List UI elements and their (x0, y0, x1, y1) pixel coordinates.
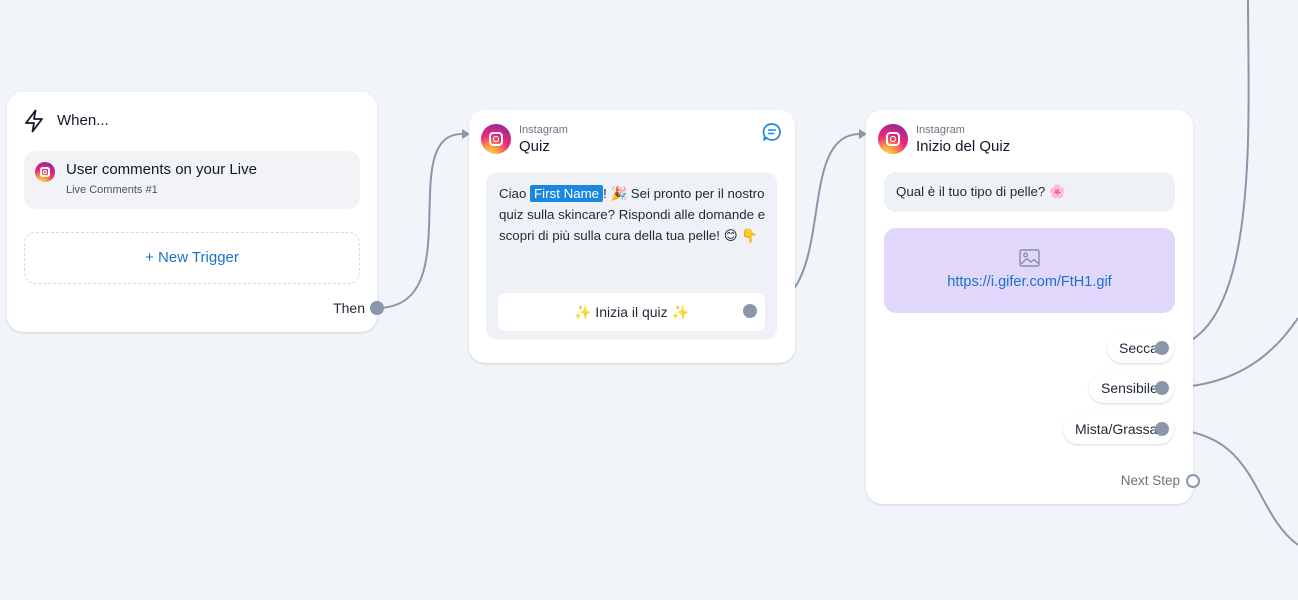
option-sensibile-connector-handle[interactable] (1155, 381, 1169, 395)
quiz-platform-label: Instagram (519, 124, 568, 136)
image-icon (1019, 249, 1040, 267)
instagram-icon (481, 124, 511, 154)
option-label-mista-grassa: Mista/Grassa (1075, 421, 1158, 437)
trigger-title: User comments on your Live (66, 161, 257, 178)
option-mista-connector-handle[interactable] (1155, 422, 1169, 436)
wire-trigger-to-quiz (376, 133, 463, 309)
option-secca-connector-handle[interactable] (1155, 341, 1169, 355)
new-trigger-label: + New Trigger (145, 249, 239, 266)
quiz-start-node[interactable]: Instagram Inizio del Quiz Qual è il tuo … (866, 110, 1193, 504)
new-trigger-button[interactable]: + New Trigger (24, 232, 360, 284)
quiz-message-bubble[interactable]: Ciao First Name! 🎉 Sei pronto per il nos… (486, 172, 777, 340)
quiz-button-connector-handle[interactable] (743, 304, 757, 318)
question-bubble[interactable]: Qual è il tuo tipo di pelle? 🌸 (884, 172, 1175, 212)
quiz-node[interactable]: Instagram Quiz Ciao First Name! 🎉 Sei pr… (469, 110, 795, 363)
instagram-icon (35, 162, 55, 182)
quiz-start-button[interactable]: ✨ Inizia il quiz ✨ (498, 293, 765, 331)
then-label: Then (333, 300, 365, 316)
start-platform-label: Instagram (916, 124, 965, 136)
message-text-pre: Ciao (499, 186, 531, 201)
next-step-connector-handle[interactable] (1186, 474, 1200, 488)
next-step-label: Next Step (1120, 473, 1180, 488)
trigger-node[interactable]: When... User comments on your Live Live … (7, 92, 377, 332)
question-text: Qual è il tuo tipo di pelle? 🌸 (896, 184, 1066, 199)
quiz-title: Quiz (519, 138, 550, 155)
image-url-link[interactable]: https://i.gifer.com/FtH1.gif (884, 274, 1175, 290)
trigger-header: When... (57, 112, 109, 129)
option-label-sensibile: Sensibile (1101, 380, 1158, 396)
image-block[interactable]: https://i.gifer.com/FtH1.gif (884, 228, 1175, 313)
quiz-message-text: Ciao First Name! 🎉 Sei pronto per il nos… (499, 183, 769, 246)
trigger-card[interactable]: User comments on your Live Live Comments… (24, 151, 360, 209)
quiz-start-button-label: ✨ Inizia il quiz ✨ (573, 304, 689, 320)
message-icon[interactable] (762, 122, 782, 142)
trigger-subtitle: Live Comments #1 (66, 184, 158, 196)
first-name-variable-tag[interactable]: First Name (530, 185, 604, 202)
option-label-secca: Secca (1119, 340, 1158, 356)
lightning-icon (25, 109, 43, 133)
start-title: Inizio del Quiz (916, 138, 1011, 155)
then-connector-handle[interactable] (370, 301, 384, 315)
instagram-icon (878, 124, 908, 154)
